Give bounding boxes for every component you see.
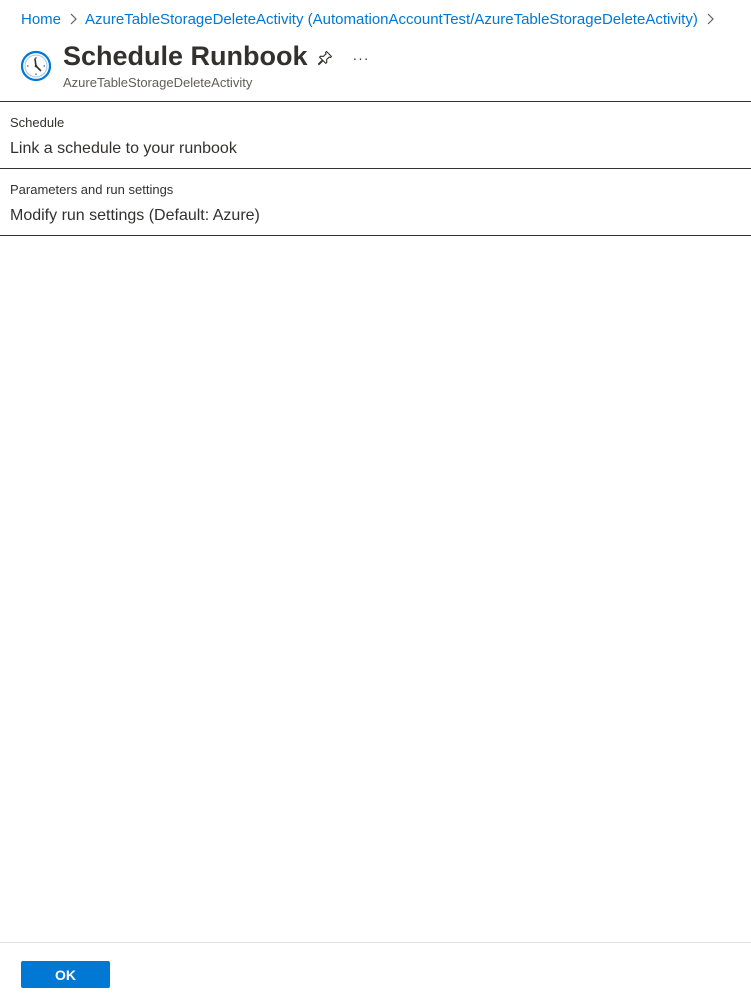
page-subtitle: AzureTableStorageDeleteActivity [63, 75, 253, 90]
clock-icon [20, 50, 52, 82]
schedule-runbook-blade: Home AzureTableStorageDeleteActivity (Au… [0, 0, 751, 999]
breadcrumb-home-link[interactable]: Home [21, 11, 61, 28]
schedule-section[interactable]: Schedule Link a schedule to your runbook [0, 101, 751, 169]
modify-run-settings-link[interactable]: Modify run settings (Default: Azure) [10, 207, 260, 225]
page-title: Schedule Runbook [63, 41, 308, 71]
parameters-section-label: Parameters and run settings [10, 182, 174, 197]
link-schedule-link[interactable]: Link a schedule to your runbook [10, 140, 237, 158]
section-divider [0, 235, 751, 236]
breadcrumb: Home AzureTableStorageDeleteActivity (Au… [21, 8, 722, 30]
footer-bar: OK [0, 942, 751, 999]
more-options-button[interactable]: ··· [348, 45, 374, 71]
parameters-section[interactable]: Parameters and run settings Modify run s… [0, 168, 751, 236]
chevron-right-icon [698, 8, 722, 30]
pin-button[interactable] [312, 45, 338, 71]
ok-button[interactable]: OK [21, 961, 110, 988]
pin-icon [317, 50, 333, 66]
schedule-section-label: Schedule [10, 115, 65, 130]
chevron-right-icon [61, 8, 85, 30]
breadcrumb-runbook-link[interactable]: AzureTableStorageDeleteActivity (Automat… [85, 11, 698, 28]
